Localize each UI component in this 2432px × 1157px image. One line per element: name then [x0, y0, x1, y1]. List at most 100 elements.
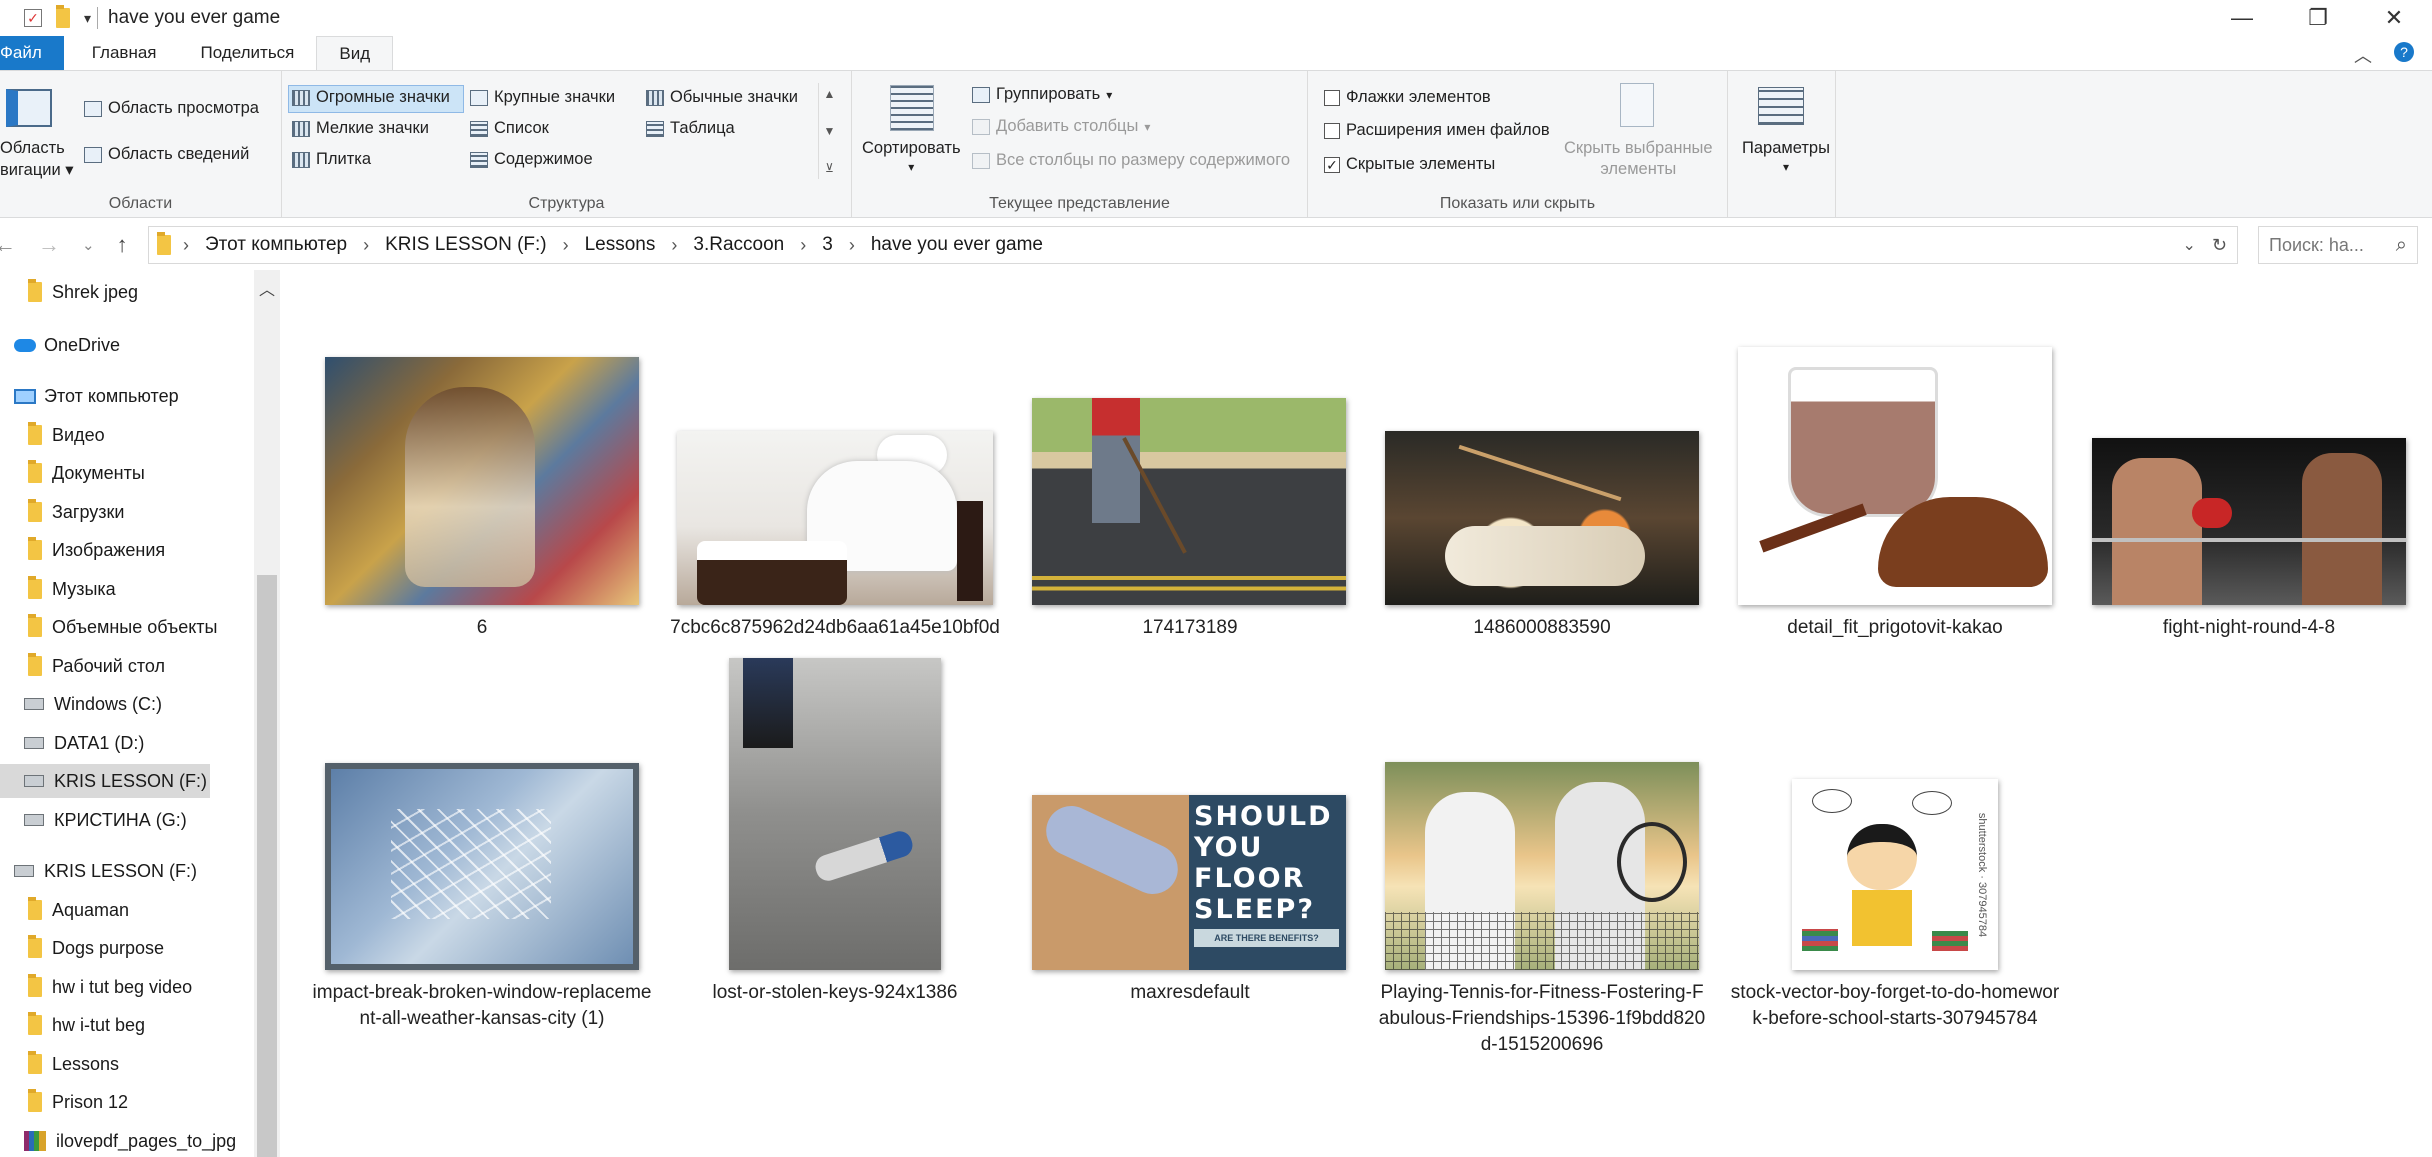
nav-item-hw-tut-beg-video[interactable]: hw i tut beg video — [0, 970, 192, 1004]
breadcrumb-chevron[interactable]: › — [363, 235, 369, 256]
nav-item-drive-f[interactable]: KRIS LESSON (F:) — [0, 854, 197, 888]
collapse-ribbon-icon[interactable]: ︿ — [2354, 42, 2372, 68]
details-pane-button[interactable]: Область сведений — [84, 145, 249, 164]
navigation-pane-button[interactable]: Область вигации ▾ — [0, 139, 74, 180]
sort-icon[interactable] — [890, 85, 934, 131]
sort-button[interactable]: Сортировать ▾ — [862, 139, 961, 174]
gallery-more-icon[interactable]: ⊻ — [825, 161, 834, 175]
breadcrumb-raccoon[interactable]: 3.Raccoon — [693, 234, 784, 256]
nav-item-drive-g[interactable]: КРИСТИНА (G:) — [0, 803, 187, 837]
item-checkboxes-checkbox[interactable] — [1324, 89, 1340, 106]
properties-icon[interactable]: ✓ — [24, 9, 42, 27]
scroll-thumb[interactable] — [257, 575, 277, 1157]
3d-objects-folder-icon — [28, 614, 42, 637]
breadcrumb-this-pc[interactable]: Этот компьютер — [205, 234, 347, 256]
breadcrumb-chevron[interactable]: › — [671, 235, 677, 256]
file-thumbnail — [1385, 762, 1699, 970]
content-label: Содержимое — [494, 150, 593, 168]
hidden-items-checkbox[interactable]: ✓ — [1324, 156, 1340, 173]
layout-small-icons[interactable]: Мелкие значки — [292, 119, 429, 138]
books-shape — [1932, 931, 1968, 951]
nav-item-prison-12[interactable]: Prison 12 — [0, 1085, 128, 1119]
file-thumbnail — [1385, 431, 1699, 605]
nav-item-3d-objects[interactable]: Объемные объекты — [0, 610, 217, 644]
breadcrumb-lessons[interactable]: Lessons — [585, 234, 656, 256]
layout-tiles[interactable]: Плитка — [292, 150, 371, 169]
layout-extra-large-icons[interactable]: Огромные значки — [292, 88, 450, 107]
recent-locations-icon[interactable]: ⌄ — [82, 236, 95, 254]
breadcrumb-chevron[interactable]: › — [800, 235, 806, 256]
layout-gallery-scroll[interactable]: ▲ ▼ ⊻ — [818, 83, 840, 179]
breadcrumb-3[interactable]: 3 — [822, 234, 833, 256]
nav-item-hw-tut-beg[interactable]: hw i-tut beg — [0, 1008, 145, 1042]
tab-share[interactable]: Поделиться — [179, 36, 317, 70]
nav-item-documents[interactable]: Документы — [0, 456, 145, 490]
breadcrumb-chevron[interactable]: › — [563, 235, 569, 256]
layout-content[interactable]: Содержимое — [470, 150, 593, 169]
sort-label: Сортировать — [862, 139, 961, 157]
drive-icon — [14, 865, 34, 877]
layout-list[interactable]: Список — [470, 119, 549, 138]
breadcrumb-drive-f[interactable]: KRIS LESSON (F:) — [385, 234, 547, 256]
tab-view[interactable]: Вид — [316, 36, 394, 71]
address-history-dropdown-icon[interactable]: ⌄ — [2183, 235, 2196, 255]
ribbon-tabs: Файл Главная Поделиться Вид ︿ ? — [0, 36, 2432, 71]
preview-pane-icon — [84, 100, 102, 117]
file-extensions-toggle[interactable]: Расширения имен файлов — [1324, 121, 1550, 140]
scroll-up-icon[interactable]: ︿ — [254, 276, 280, 300]
maximize-button[interactable]: ❐ — [2280, 0, 2356, 36]
nav-item-label: OneDrive — [44, 334, 121, 355]
nav-item-downloads[interactable]: Загрузки — [0, 495, 124, 529]
hidden-items-toggle[interactable]: ✓ Скрытые элементы — [1324, 155, 1495, 174]
forward-arrow-icon[interactable]: → — [38, 232, 60, 258]
nav-item-lessons[interactable]: Lessons — [0, 1047, 119, 1081]
thumbnail-headline: SHOULD YOU FLOOR SLEEP? — [1194, 801, 1344, 925]
nav-item-music[interactable]: Музыка — [0, 572, 116, 606]
layout-details[interactable]: Таблица — [646, 119, 735, 138]
layout-large-icons[interactable]: Крупные значки — [470, 88, 615, 107]
new-folder-icon[interactable] — [56, 5, 70, 28]
nav-item-pictures[interactable]: Изображения — [0, 533, 165, 567]
nav-item-ilovepdf[interactable]: ilovepdf_pages_to_jpg — [0, 1124, 236, 1157]
layout-medium-icons[interactable]: Обычные значки — [646, 88, 798, 107]
search-box[interactable]: Поиск: ha... ⌕ — [2258, 226, 2418, 264]
quick-access-dropdown-icon[interactable]: ▾ — [84, 10, 91, 27]
options-icon[interactable] — [1758, 87, 1804, 125]
folder-icon — [28, 279, 42, 302]
nav-item-this-pc[interactable]: Этот компьютер — [0, 379, 179, 413]
help-icon[interactable]: ? — [2394, 42, 2414, 62]
item-checkboxes-toggle[interactable]: Флажки элементов — [1324, 88, 1491, 107]
gallery-up-icon[interactable]: ▲ — [824, 87, 836, 101]
preview-pane-button[interactable]: Область просмотра — [84, 99, 259, 118]
large-icons-label: Крупные значки — [494, 88, 616, 106]
breadcrumb-current-folder[interactable]: have you ever game — [871, 234, 1043, 256]
nav-item-label: hw i-tut beg — [52, 1014, 146, 1035]
minimize-button[interactable]: — — [2204, 0, 2280, 36]
close-button[interactable]: ✕ — [2356, 0, 2432, 36]
nav-item-label: Рабочий стол — [52, 655, 165, 676]
nav-item-drive-d[interactable]: DATA1 (D:) — [0, 726, 144, 760]
nav-item-drive-c[interactable]: Windows (C:) — [0, 687, 162, 721]
tab-home[interactable]: Главная — [70, 36, 179, 70]
nav-item-drive-f-selected[interactable]: KRIS LESSON (F:) — [0, 764, 210, 798]
nav-item-dogs-purpose[interactable]: Dogs purpose — [0, 931, 164, 965]
up-arrow-icon[interactable]: ↑ — [117, 232, 128, 258]
group-by-button[interactable]: Группировать ▾ — [972, 85, 1112, 104]
address-bar[interactable]: › Этот компьютер › KRIS LESSON (F:) › Le… — [148, 226, 2238, 264]
nav-item-desktop[interactable]: Рабочий стол — [0, 649, 165, 683]
gallery-down-icon[interactable]: ▼ — [824, 124, 836, 138]
refresh-icon[interactable]: ↻ — [2212, 235, 2227, 256]
nav-item-onedrive[interactable]: OneDrive — [0, 328, 120, 362]
file-extensions-checkbox[interactable] — [1324, 122, 1340, 139]
nav-pane-scrollbar[interactable]: ︿ — [254, 270, 280, 1157]
search-icon[interactable]: ⌕ — [2396, 234, 2407, 257]
nav-item-video[interactable]: Видео — [0, 418, 105, 452]
breadcrumb-chevron[interactable]: › — [849, 235, 855, 256]
breadcrumb-chevron[interactable]: › — [183, 235, 189, 256]
back-arrow-icon[interactable]: ← — [0, 232, 16, 258]
navigation-pane-icon[interactable] — [6, 89, 52, 127]
tab-file[interactable]: Файл — [0, 36, 64, 70]
options-button[interactable]: Параметры ▾ — [1742, 139, 1830, 174]
nav-item-aquaman[interactable]: Aquaman — [0, 893, 129, 927]
nav-item-shrek-jpeg[interactable]: Shrek jpeg — [0, 275, 138, 309]
